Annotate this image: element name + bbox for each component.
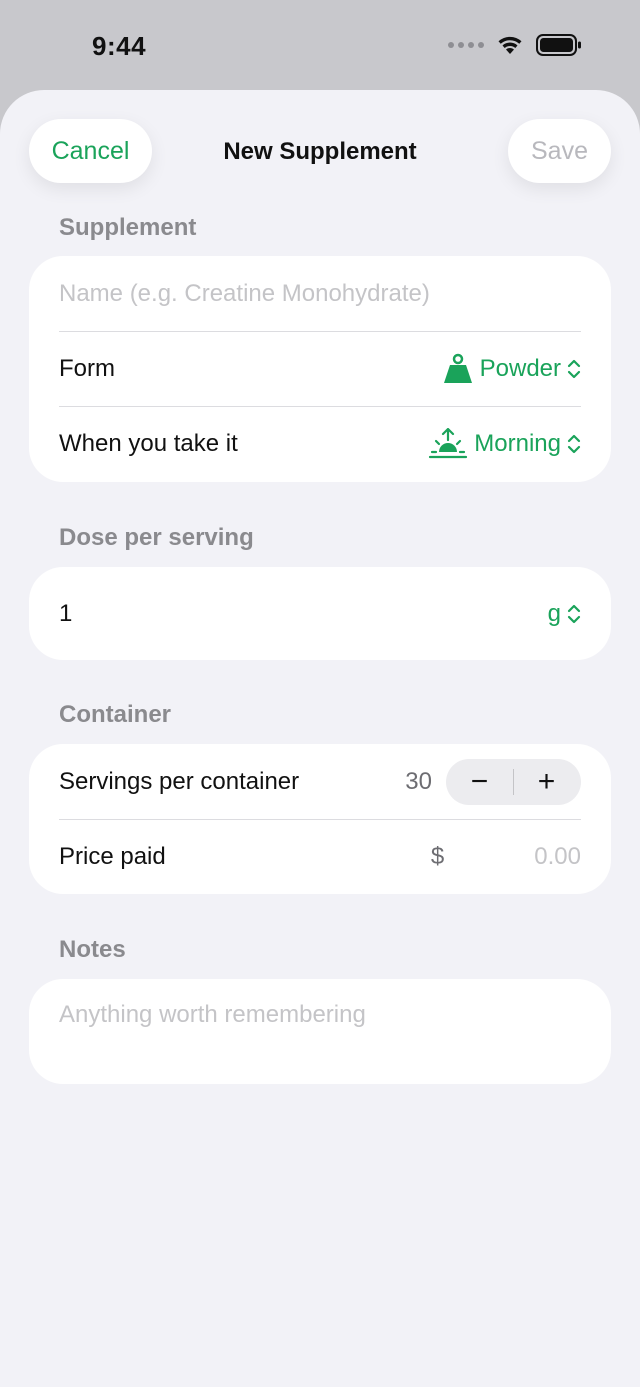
servings-stepper: − +: [446, 758, 581, 805]
status-icons: [448, 34, 582, 56]
unit-value: g: [547, 599, 561, 627]
status-time: 9:44: [92, 31, 147, 61]
supplement-card: Name (e.g. Creatine Monohydrate) Form Po…: [29, 256, 611, 482]
timing-picker[interactable]: Morning: [428, 427, 581, 460]
chevron-up-down-icon: [567, 434, 581, 453]
notes-card[interactable]: Anything worth remembering: [29, 979, 611, 1084]
form-picker[interactable]: Powder: [442, 353, 581, 385]
section-header-container: Container: [59, 701, 172, 728]
timing-value: Morning: [474, 429, 561, 457]
timing-label: When you take it: [59, 429, 238, 457]
section-header-supplement: Supplement: [59, 214, 197, 241]
nav-bar: Cancel New Supplement Save: [0, 90, 640, 214]
stepper-divider: [513, 768, 514, 795]
kettlebell-icon: [443, 353, 472, 383]
timing-row: When you take it Morning: [29, 406, 611, 481]
price-row: Price paid $ 0.00: [29, 819, 611, 894]
chevron-up-down-icon: [567, 359, 581, 378]
dose-input[interactable]: 1: [59, 600, 72, 628]
section-header-dose: Dose per serving: [59, 524, 254, 551]
cellular-signal-icon: [448, 42, 484, 48]
save-button[interactable]: Save: [508, 119, 611, 183]
form-row: Form Powder: [29, 331, 611, 406]
sunrise-icon: [429, 427, 468, 458]
currency-symbol: $: [430, 842, 445, 870]
dose-card: 1 g: [29, 567, 611, 660]
servings-stepper-group: 30 − +: [405, 758, 581, 805]
form-label: Form: [59, 354, 115, 382]
status-bar: 9:44: [0, 0, 640, 92]
notes-textarea[interactable]: Anything worth remembering: [59, 1001, 366, 1028]
wifi-icon: [498, 36, 522, 54]
unit-picker[interactable]: g: [548, 600, 581, 628]
name-input[interactable]: Name (e.g. Creatine Monohydrate): [59, 280, 430, 308]
chevron-up-down-icon: [567, 604, 581, 623]
price-field-group: $ 0.00: [431, 843, 581, 871]
servings-row: Servings per container 30 − +: [29, 744, 611, 819]
name-row[interactable]: Name (e.g. Creatine Monohydrate): [29, 256, 611, 331]
price-label: Price paid: [59, 842, 166, 870]
dose-row[interactable]: 1 g: [29, 567, 611, 660]
servings-label: Servings per container: [59, 767, 300, 795]
price-input[interactable]: 0.00: [534, 843, 581, 871]
increment-button[interactable]: +: [513, 759, 580, 805]
new-supplement-sheet: Cancel New Supplement Save Supplement Na…: [0, 90, 640, 1387]
battery-icon: [536, 34, 581, 56]
form-value: Powder: [479, 354, 561, 382]
section-header-notes: Notes: [59, 936, 126, 963]
decrement-button[interactable]: −: [446, 759, 513, 805]
servings-value: 30: [405, 767, 432, 795]
container-card: Servings per container 30 − + Price paid…: [29, 744, 611, 894]
